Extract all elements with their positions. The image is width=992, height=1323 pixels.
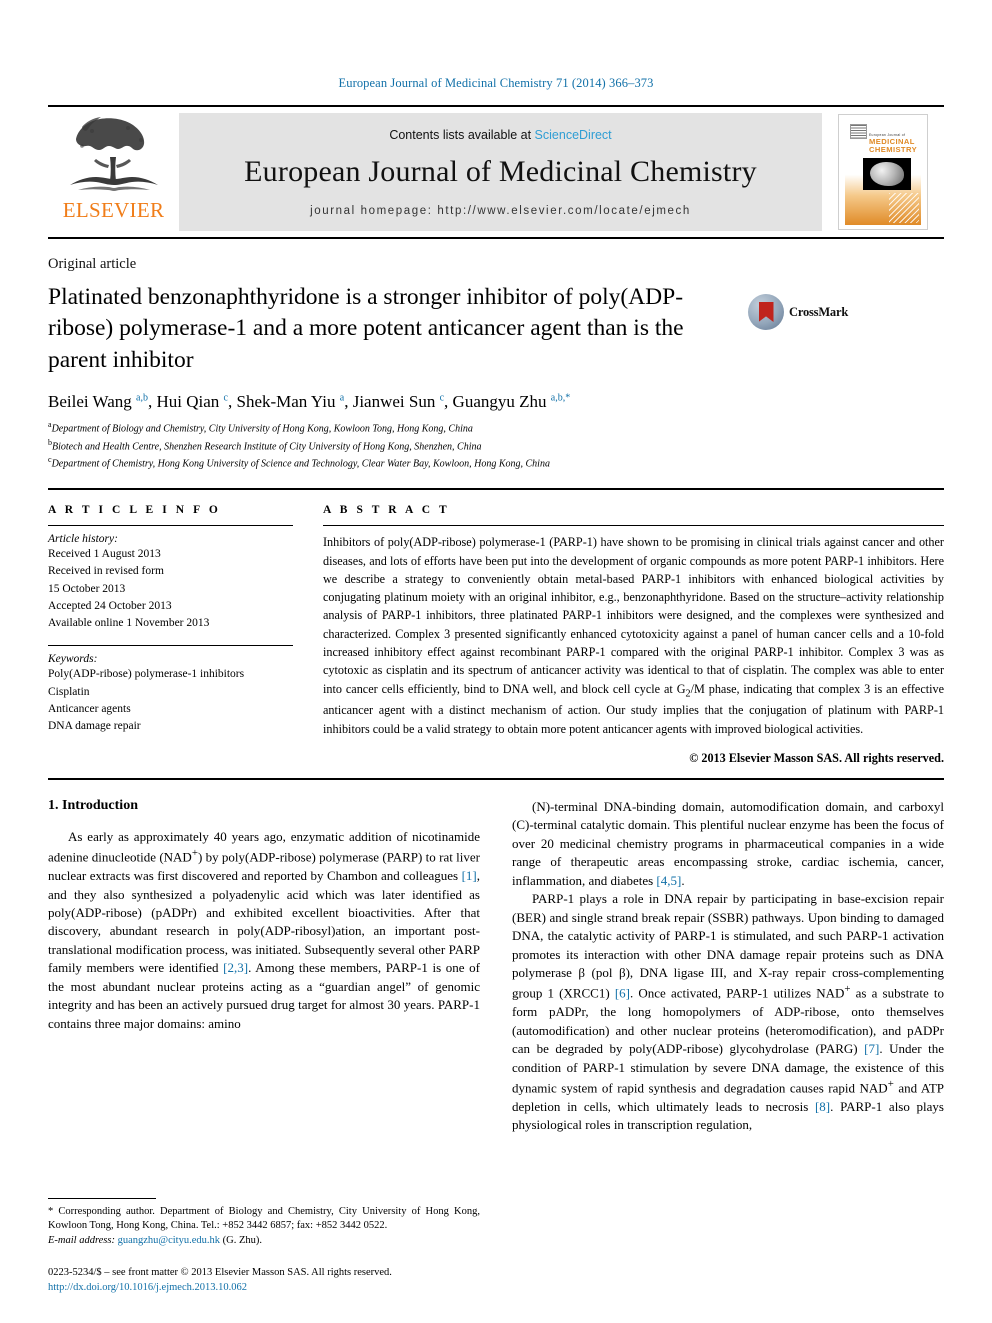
abstract-heading: A B S T R A C T [323,504,450,517]
article-info-column: A R T I C L E I N F O Article history: R… [48,504,293,766]
affiliation-list: aDepartment of Biology and Chemistry, Ci… [48,419,944,472]
affiliation-marker: b [48,437,52,447]
sciencedirect-link[interactable]: ScienceDirect [535,128,612,142]
page-title: Platinated benzonaphthyridone is a stron… [48,284,684,373]
contents-prefix: Contents lists available at [389,127,535,142]
crossmark-bookmark-shape [758,302,774,322]
affiliation-item: aDepartment of Biology and Chemistry, Ci… [48,419,473,435]
keyword-item: Cisplatin [48,685,90,698]
citation-link[interactable]: [8] [815,1099,830,1114]
footnote-divider [48,1197,156,1199]
email-label: E-mail address: [48,1234,115,1246]
cover-title-line2: CHEMISTRY [869,145,918,154]
citation-link[interactable]: [1] [462,868,477,883]
affiliation-marker: a [48,419,52,429]
article-history-item: Available online 1 November 2013 [48,617,210,630]
journal-title: European Journal of Medicinal Chemistry [244,154,757,188]
journal-cover-block: European Journal of MEDICINAL CHEMISTRY [822,107,944,237]
running-head: European Journal of Medicinal Chemistry … [338,76,654,90]
abstract-text: Inhibitors of poly(ADP-ribose) polymeras… [323,535,944,736]
citation-link[interactable]: [2,3] [223,960,248,975]
elsevier-wordmark: ELSEVIER [62,198,165,222]
corresponding-author-note: * Corresponding author. Department of Bi… [48,1205,480,1232]
citation-link[interactable]: [6] [615,986,630,1001]
cover-barcode-icon [850,124,867,139]
journal-banner: Contents lists available at ScienceDirec… [179,113,822,231]
article-history-item: Received in revised form [48,565,164,578]
journal-masthead: ELSEVIER Contents lists available at Sci… [48,105,944,239]
abstract-copyright: © 2013 Elsevier Masson SAS. All rights r… [689,750,944,765]
affiliation-marker: c [48,455,52,465]
article-info-heading: A R T I C L E I N F O [48,504,221,517]
left-column-paragraphs: As early as approximately 40 years ago, … [48,828,480,1033]
journal-homepage-link[interactable]: journal homepage: http://www.elsevier.co… [310,205,691,217]
cover-background: European Journal of MEDICINAL CHEMISTRY [845,120,921,225]
article-history-list: Received 1 August 2013 Received in revise… [48,546,293,632]
body-column-left: 1. Introduction As early as approximatel… [48,798,480,1218]
affiliation-item: bBiotech and Health Centre, Shenzhen Res… [48,437,482,452]
affiliation-item: cDepartment of Chemistry, Hong Kong Univ… [48,455,550,470]
email-line: E-mail address: guangzhu@cityu.edu.hk (G… [48,1234,480,1249]
crossmark-badge[interactable]: CrossMark [748,294,868,330]
frontmatter-line: 0223-5234/$ – see front matter © 2013 El… [48,1266,392,1278]
divider [323,525,944,527]
title-row: Platinated benzonaphthyridone is a stron… [48,282,944,376]
crossmark-icon [748,294,784,330]
keyword-item: DNA damage repair [48,720,141,733]
info-abstract-band: A R T I C L E I N F O Article history: R… [48,488,944,780]
contents-available-line: Contents lists available at ScienceDirec… [389,128,611,142]
body-paragraph: As early as approximately 40 years ago, … [48,828,480,1031]
divider [48,525,293,527]
doi-link[interactable]: http://dx.doi.org/10.1016/j.ejmech.2013.… [48,1280,480,1295]
keywords-list: Poly(ADP-ribose) polymerase-1 inhibitors… [48,666,293,735]
article-history-item: Received 1 August 2013 [48,548,161,561]
footnote-block: * Corresponding author. Department of Bi… [48,1197,480,1296]
right-column-paragraphs: (N)-terminal DNA-binding domain, automod… [512,798,944,1135]
article-history-item: 15 October 2013 [48,582,126,595]
body-column-right: (N)-terminal DNA-binding domain, automod… [512,798,944,1218]
email-suffix: (G. Zhu). [222,1234,263,1246]
author-list: Beilei Wang a,b, Hui Qian c, Shek-Man Yi… [48,391,571,411]
body-paragraph: PARP-1 plays a role in DNA repair by par… [512,891,945,1133]
cover-molecule-image [863,158,911,190]
body-paragraph: (N)-terminal DNA-binding domain, automod… [512,798,944,888]
frontmatter-block: 0223-5234/$ – see front matter © 2013 El… [48,1265,480,1295]
article-history-label: Article history: [48,533,118,546]
elsevier-tree-icon [69,117,158,191]
article-type: Original article [48,256,137,272]
paper-page: European Journal of Medicinal Chemistry … [0,0,992,1323]
crossmark-label: CrossMark [789,304,849,319]
journal-cover-thumbnail: European Journal of MEDICINAL CHEMISTRY [838,114,928,230]
cover-title: MEDICINAL CHEMISTRY [869,138,917,154]
keywords-label: Keywords: [48,653,98,666]
molecule-blob [870,162,904,186]
elsevier-logo: ELSEVIER [48,107,179,237]
section-title-introduction: 1. Introduction [48,797,138,813]
keyword-item: Anticancer agents [48,702,131,715]
abstract-column: A B S T R A C T Inhibitors of poly(ADP-r… [323,504,944,766]
divider [48,645,293,647]
article-history-item: Accepted 24 October 2013 [48,599,172,612]
email-link[interactable]: guangzhu@cityu.edu.hk [118,1235,220,1246]
citation-link[interactable]: [7] [864,1041,879,1056]
body-columns: 1. Introduction As early as approximatel… [48,798,944,1218]
citation-link[interactable]: [4,5] [656,873,681,888]
keyword-item: Poly(ADP-ribose) polymerase-1 inhibitors [48,668,245,681]
cover-diagonal-pattern [889,193,919,223]
